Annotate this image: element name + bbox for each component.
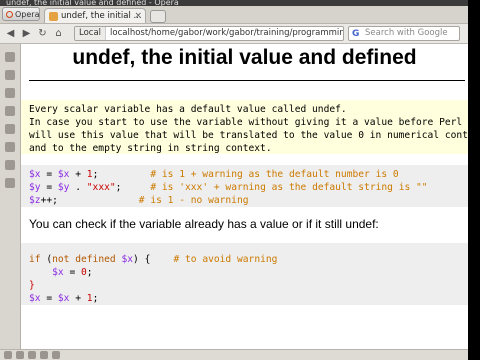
transfers-icon[interactable] — [5, 124, 15, 134]
opera-logo-icon — [6, 11, 13, 18]
code-line: if (not defined $x) { # to avoid warning — [29, 254, 278, 265]
mail-icon[interactable] — [5, 70, 15, 80]
new-tab-button[interactable] — [150, 10, 166, 23]
code-comment: # is 1 - no warning — [138, 195, 249, 206]
code-comment: # is 'xxx' + warning as the default stri… — [150, 182, 428, 193]
tab-active[interactable]: undef, the initial ... × — [44, 8, 146, 23]
widgets-icon[interactable] — [5, 178, 15, 188]
code-line: $x = $x + 1; — [29, 293, 99, 304]
tab-close-icon[interactable]: × — [134, 9, 142, 23]
code-line: $x = $x + 1; # is 1 + warning as the def… — [29, 169, 399, 180]
tab-title: undef, the initial ... — [61, 11, 142, 21]
contacts-icon[interactable] — [5, 88, 15, 98]
page-favicon-icon — [49, 12, 58, 21]
opera-menu-label: Opera — [15, 10, 40, 19]
search-placeholder: Search with Google — [365, 28, 448, 38]
url-text: localhost/home/gabor/work/gabor/training… — [110, 28, 344, 38]
zoom-icon[interactable] — [52, 351, 60, 359]
panel-toggle-icon[interactable] — [4, 351, 12, 359]
back-arrow-icon[interactable]: ◀ — [4, 27, 17, 40]
code-block-defined: if (not defined $x) { # to avoid warning… — [21, 243, 468, 305]
screen-edge — [468, 0, 480, 360]
history-icon[interactable] — [5, 142, 15, 152]
notes-icon[interactable] — [5, 106, 15, 116]
code-line: } — [29, 280, 35, 291]
intro-text-block: Every scalar variable has a default valu… — [21, 100, 468, 154]
status-bar — [0, 349, 468, 360]
intro-line: In case you start to use the variable wi… — [29, 117, 463, 128]
address-toolbar: ◀ ▶ ↻ ⌂ Local localhost/home/gabor/work/g… — [0, 24, 468, 44]
home-icon[interactable]: ⌂ — [52, 27, 65, 40]
code-comment: # is 1 + warning as the default number i… — [150, 169, 399, 180]
reload-icon[interactable]: ↻ — [36, 27, 49, 40]
google-search-icon: G — [352, 29, 360, 39]
browser-window: undef, the initial value and defined - O… — [0, 0, 468, 360]
page-content: undef, the initial value and defined Eve… — [21, 44, 468, 360]
code-block-undef: $x = $x + 1; # is 1 + warning as the def… — [21, 165, 468, 207]
code-line: $x = 0; — [52, 267, 93, 278]
explanation-paragraph: You can check if the variable already ha… — [29, 217, 379, 231]
unite-icon[interactable] — [40, 351, 48, 359]
intro-line: and to the empty string in string contex… — [29, 143, 272, 154]
page-title: undef, the initial value and defined — [72, 46, 417, 69]
intro-line: Every scalar variable has a default valu… — [29, 104, 347, 115]
search-input[interactable]: G Search with Google — [348, 26, 460, 41]
code-line: $z++; # is 1 - no warning — [29, 195, 249, 206]
turbo-icon[interactable] — [28, 351, 36, 359]
forward-arrow-icon[interactable]: ▶ — [20, 27, 33, 40]
code-comment: # to avoid warning — [173, 254, 278, 265]
location-badge: Local — [75, 27, 107, 40]
speed-dial-icon[interactable] — [16, 351, 24, 359]
title-divider — [29, 80, 465, 81]
opera-menu-button[interactable]: Opera — [2, 7, 40, 21]
intro-line: will use this value that will be transla… — [29, 130, 468, 141]
tab-bar: Opera undef, the initial ... × — [0, 6, 468, 24]
address-field[interactable]: Local localhost/home/gabor/work/gabor/tra… — [74, 26, 344, 41]
code-line: $y = $y . "xxx"; # is 'xxx' + warning as… — [29, 182, 428, 193]
windows-icon[interactable] — [5, 160, 15, 170]
bookmarks-icon[interactable] — [5, 52, 15, 62]
side-panel — [0, 44, 21, 360]
